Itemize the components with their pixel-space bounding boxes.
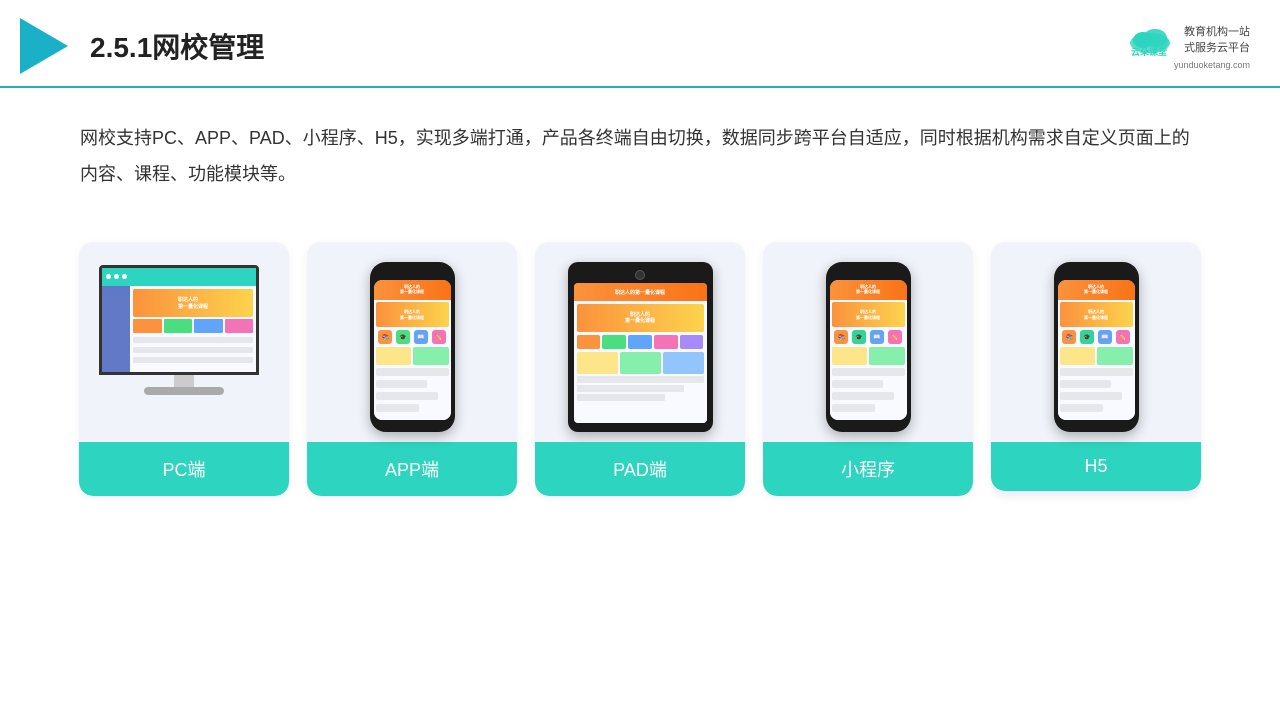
card-app: 职达人的第一量化课程 职达人的第一量化课程 📚 🎓 📖 ✏️ <box>307 242 517 496</box>
description-text: 网校支持PC、APP、PAD、小程序、H5，实现多端打通，产品各终端自由切换，数… <box>0 88 1280 212</box>
miniapp-phone-mockup: 职达人的第一量化课程 职达人的第一量化课程 📚 🎓 📖 ✏️ <box>826 262 911 432</box>
card-pc-label: PC端 <box>79 442 289 496</box>
brand-right-text: 教育机构一站 式服务云平台 <box>1184 24 1250 57</box>
card-h5-image: 职达人的第一量化课程 职达人的第一量化课程 📚 🎓 📖 ✏️ <box>991 242 1201 442</box>
card-app-label: APP端 <box>307 442 517 496</box>
card-pad-image: 职达人的第一量化课程 职达人的第一量化课程 <box>535 242 745 442</box>
card-miniapp-image: 职达人的第一量化课程 职达人的第一量化课程 📚 🎓 📖 ✏️ <box>763 242 973 442</box>
card-pc-image: 职达人的第一量化课程 <box>79 242 289 442</box>
cards-container: 职达人的第一量化课程 <box>0 222 1280 516</box>
logo-triangle-icon <box>20 18 68 74</box>
cloud-icon: 云朵课堂 <box>1123 23 1178 58</box>
svg-text:云朵课堂: 云朵课堂 <box>1131 46 1167 57</box>
brand-logo: 云朵课堂 教育机构一站 式服务云平台 yunduoketang.com <box>1123 23 1250 70</box>
card-miniapp-label: 小程序 <box>763 442 973 496</box>
page-title: 2.5.1网校管理 <box>90 26 264 66</box>
tablet-mockup: 职达人的第一量化课程 职达人的第一量化课程 <box>568 262 713 432</box>
card-pad-label: PAD端 <box>535 442 745 496</box>
card-miniapp: 职达人的第一量化课程 职达人的第一量化课程 📚 🎓 📖 ✏️ <box>763 242 973 496</box>
card-h5-label: H5 <box>991 442 1201 491</box>
brand-tagline2: 式服务云平台 <box>1184 40 1250 57</box>
card-h5: 职达人的第一量化课程 职达人的第一量化课程 📚 🎓 📖 ✏️ <box>991 242 1201 496</box>
card-pad: 职达人的第一量化课程 职达人的第一量化课程 <box>535 242 745 496</box>
brand-tagline1: 教育机构一站 <box>1184 24 1250 41</box>
header-left: 2.5.1网校管理 <box>20 18 264 74</box>
h5-phone-mockup: 职达人的第一量化课程 职达人的第一量化课程 📚 🎓 📖 ✏️ <box>1054 262 1139 432</box>
card-pc: 职达人的第一量化课程 <box>79 242 289 496</box>
header: 2.5.1网校管理 云朵课堂 教育机构一站 式服务云平台 yunduoketan… <box>0 0 1280 88</box>
pc-mockup: 职达人的第一量化课程 <box>99 265 269 430</box>
brand-url: yunduoketang.com <box>1174 60 1250 70</box>
brand-top: 云朵课堂 教育机构一站 式服务云平台 <box>1123 23 1250 58</box>
card-app-image: 职达人的第一量化课程 职达人的第一量化课程 📚 🎓 📖 ✏️ <box>307 242 517 442</box>
app-phone-mockup: 职达人的第一量化课程 职达人的第一量化课程 📚 🎓 📖 ✏️ <box>370 262 455 432</box>
